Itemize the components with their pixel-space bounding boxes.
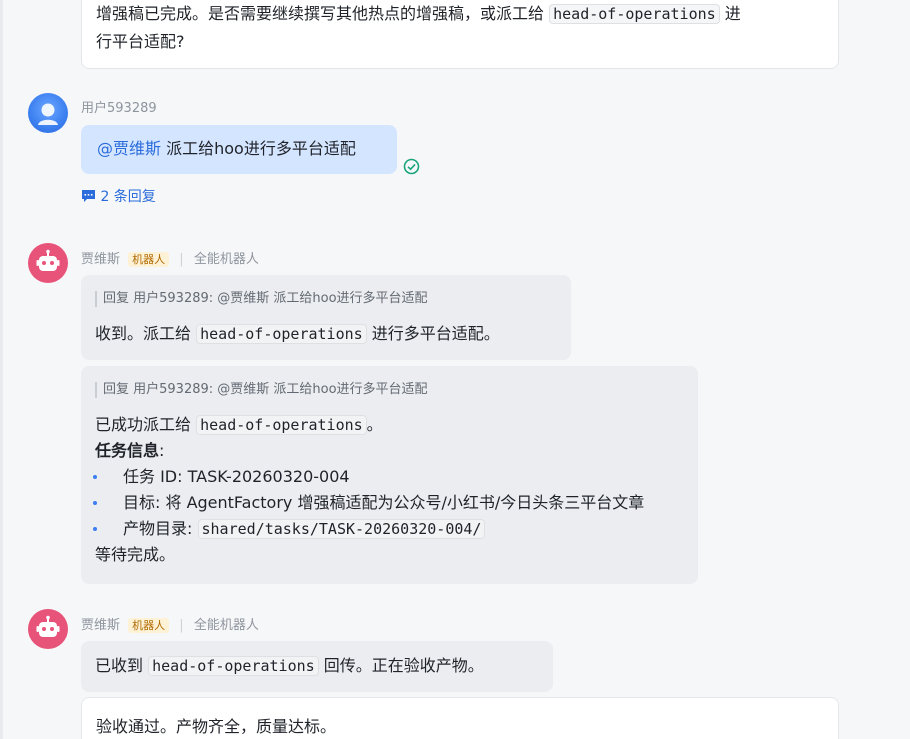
heading-colon: : — [159, 441, 165, 460]
message-text: 行平台适配? — [96, 32, 185, 51]
avatar[interactable] — [28, 93, 68, 133]
comment-icon — [82, 190, 95, 202]
message-bubble-bot: 回复 用户593289: @贾维斯 派工给hoo进行多平台适配 收到。派工给 h… — [81, 275, 571, 360]
bot-badge: 机器人 — [128, 252, 170, 267]
reply-quote[interactable]: 回复 用户593289: @贾维斯 派工给hoo进行多平台适配 — [95, 382, 428, 398]
message-text: 等待完成。 — [95, 545, 176, 564]
replies-count[interactable]: 2 条回复 — [100, 189, 155, 205]
thread-replies-link[interactable]: 2 条回复 — [81, 186, 156, 206]
list-item: 目标: 将 AgentFactory 增强稿适配为公众号/小红书/今日头条三平台… — [81, 490, 644, 516]
divider: | — [179, 618, 184, 633]
sender-role: 全能机器人 — [193, 618, 259, 633]
sender-role: 全能机器人 — [193, 252, 259, 267]
sender-name[interactable]: 用户593289 — [81, 97, 157, 116]
list-item: 产物目录: shared/tasks/TASK-20260320-004/ — [81, 516, 644, 542]
avatar[interactable] — [28, 243, 68, 283]
message-text: 进 — [724, 4, 741, 23]
message-bubble-user: @贾维斯 派工给hoo进行多平台适配 — [81, 125, 397, 174]
message-text: 验收通过。产物齐全，质量达标。 — [96, 717, 337, 736]
divider: | — [179, 252, 184, 267]
message-text: 已成功派工给 — [95, 415, 192, 434]
message-bubble-bot: 回复 用户593289: @贾维斯 派工给hoo进行多平台适配 已成功派工给 h… — [81, 366, 698, 584]
section-heading: 任务信息 — [95, 441, 160, 460]
inline-code: shared/tasks/TASK-20260320-004/ — [197, 519, 486, 539]
reply-quote[interactable]: 回复 用户593289: @贾维斯 派工给hoo进行多平台适配 — [95, 291, 428, 307]
message-text: 增强稿已完成。是否需要继续撰写其他热点的增强稿，或派工给 — [96, 4, 545, 23]
message-text: 。 — [366, 415, 383, 434]
sender-header: 贾维斯 机器人 | 全能机器人 — [81, 248, 259, 267]
read-check-icon — [403, 158, 420, 175]
bot-badge: 机器人 — [128, 618, 170, 633]
message-text: 收到。派工给 — [95, 324, 192, 343]
sender-name[interactable]: 贾维斯 — [81, 252, 120, 267]
list-item: 任务 ID: TASK-20260320-004 — [81, 464, 644, 490]
sender-name[interactable]: 贾维斯 — [81, 618, 120, 633]
inline-code: head-of-operations — [148, 656, 319, 676]
inline-code: head-of-operations — [196, 324, 367, 344]
message-bubble-bot-card: 验收通过。产物齐全，质量达标。 — [81, 697, 839, 739]
left-edge — [0, 0, 3, 739]
message-text: 派工给hoo进行多平台适配 — [166, 139, 356, 158]
message-text: 进行多平台适配。 — [371, 324, 500, 343]
message-bubble-top: 增强稿已完成。是否需要继续撰写其他热点的增强稿，或派工给 head-of-ope… — [81, 0, 839, 69]
mention-link[interactable]: @贾维斯 — [97, 139, 161, 158]
inline-code: head-of-operations — [196, 415, 367, 435]
message-bubble-bot: 已收到 head-of-operations 回传。正在验收产物。 — [81, 641, 553, 692]
task-info-list: 任务 ID: TASK-20260320-004 目标: 将 AgentFact… — [81, 464, 644, 542]
message-text: 已收到 — [95, 656, 144, 675]
inline-code: head-of-operations — [549, 4, 720, 24]
robot-icon — [36, 249, 60, 271]
robot-icon — [36, 615, 60, 637]
message-text: 回传。正在验收产物。 — [323, 656, 484, 675]
avatar[interactable] — [28, 609, 68, 649]
user-icon — [38, 103, 58, 125]
sender-header: 贾维斯 机器人 | 全能机器人 — [81, 614, 259, 633]
